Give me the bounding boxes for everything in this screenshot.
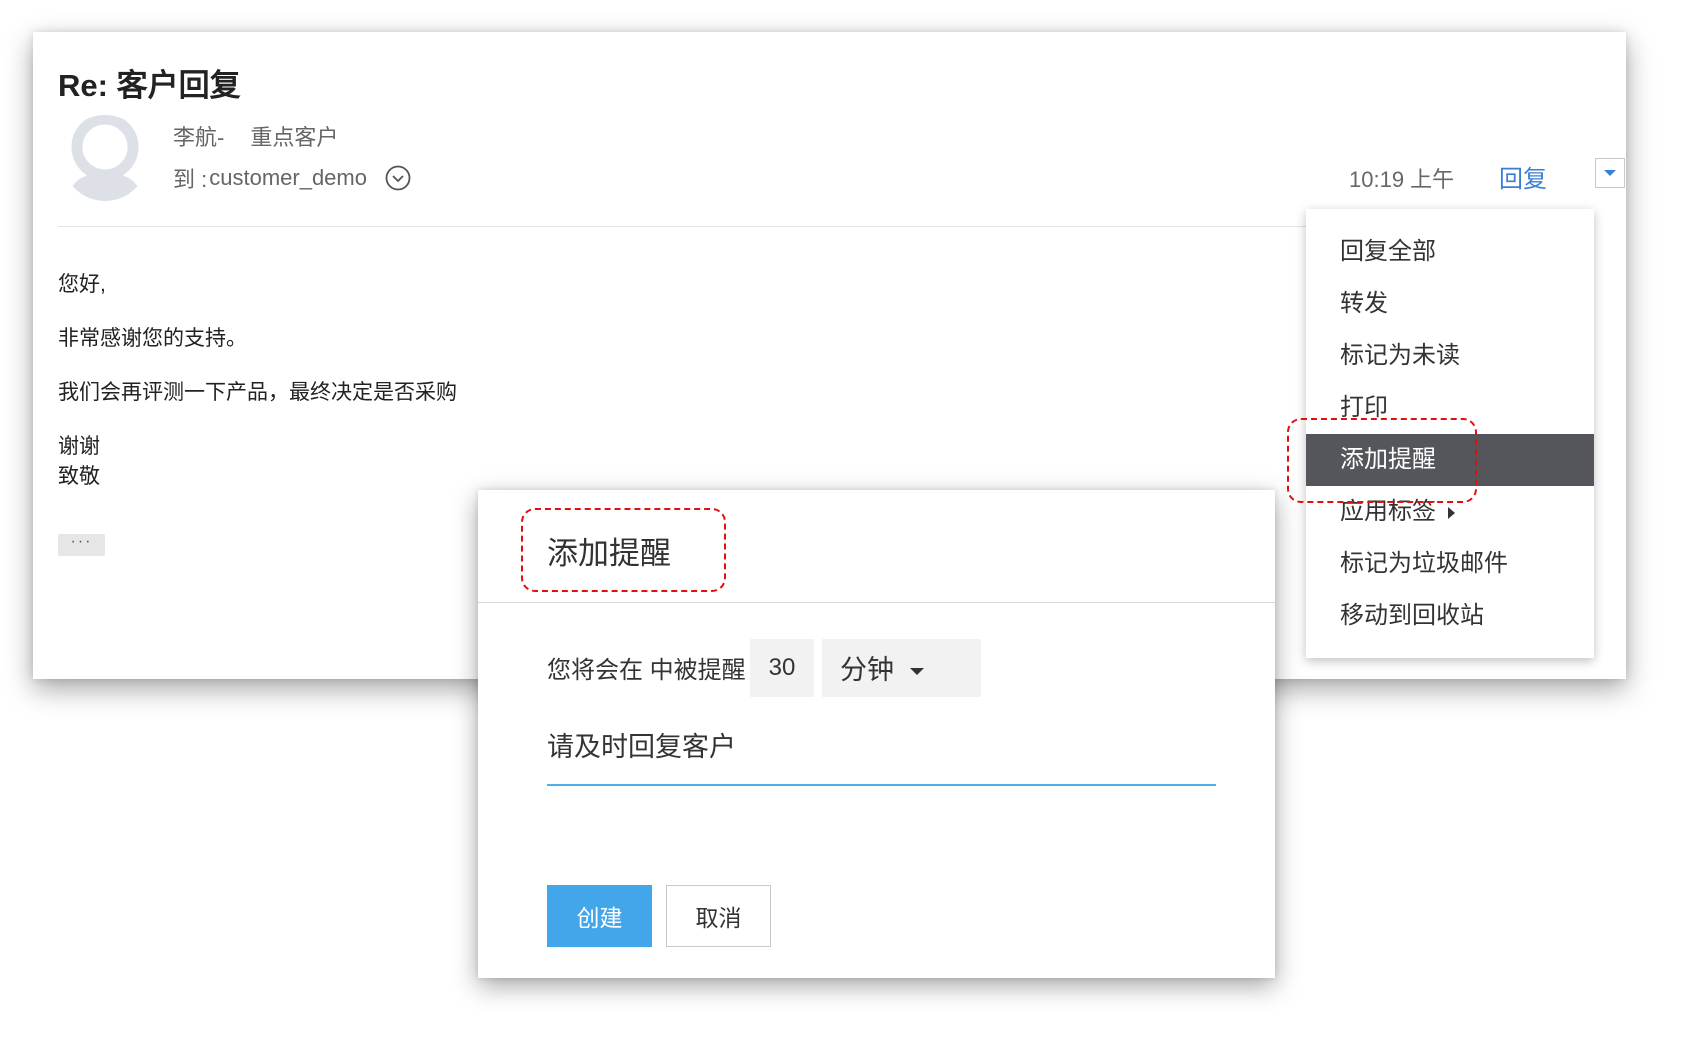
reminder-note-input[interactable] [547,718,1216,786]
dialog-divider [478,602,1275,603]
recipients: 到 : customer_demo [173,162,411,194]
caret-right-icon [1448,506,1455,519]
sender-name[interactable]: 李航- [173,125,224,150]
email-subject: Re: 客户回复 [58,68,241,103]
menu-highlight-annotation [1287,418,1477,503]
remind-label: 您将会在 中被提醒 [547,657,746,684]
menu-item-forward[interactable]: 转发 [1306,278,1594,330]
to-address[interactable]: customer_demo [209,165,367,191]
reply-button[interactable]: 回复 [1499,159,1547,194]
avatar [62,115,148,201]
create-button[interactable]: 创建 [547,885,652,947]
to-label: 到 : [173,167,208,192]
email-body-line: 我们会再评测一下产品，最终决定是否采购 [58,381,457,404]
menu-item-move-to-trash[interactable]: 移动到回收站 [1306,590,1594,642]
sender-info: 李航- 重点客户 [173,120,338,152]
reminder-unit-select[interactable]: 分钟 [822,639,981,697]
reply-more-button[interactable] [1595,158,1625,188]
user-avatar-icon [62,115,148,201]
cancel-button[interactable]: 取消 [666,885,771,947]
email-body-closing: 谢谢 [58,435,100,458]
unit-value: 分钟 [840,655,894,685]
header-divider [58,226,1326,227]
caret-down-icon [1604,170,1616,176]
sender-tag: 重点客户 [250,125,339,150]
menu-item-mark-spam[interactable]: 标记为垃圾邮件 [1306,538,1594,590]
show-trimmed-content-button[interactable]: ··· [58,534,105,556]
caret-down-icon [910,668,924,676]
email-time: 10:19 上午 [1349,167,1455,192]
chevron-down-circle-icon[interactable] [385,165,411,191]
menu-item-reply-all[interactable]: 回复全部 [1306,226,1594,278]
email-body-line: 非常感谢您的支持。 [58,327,247,350]
reminder-amount-input[interactable] [750,639,814,697]
email-body-greeting: 您好, [58,273,106,296]
dialog-title-highlight-annotation [521,508,726,592]
menu-item-mark-unread[interactable]: 标记为未读 [1306,330,1594,382]
email-body-closing: 致敬 [58,465,100,488]
